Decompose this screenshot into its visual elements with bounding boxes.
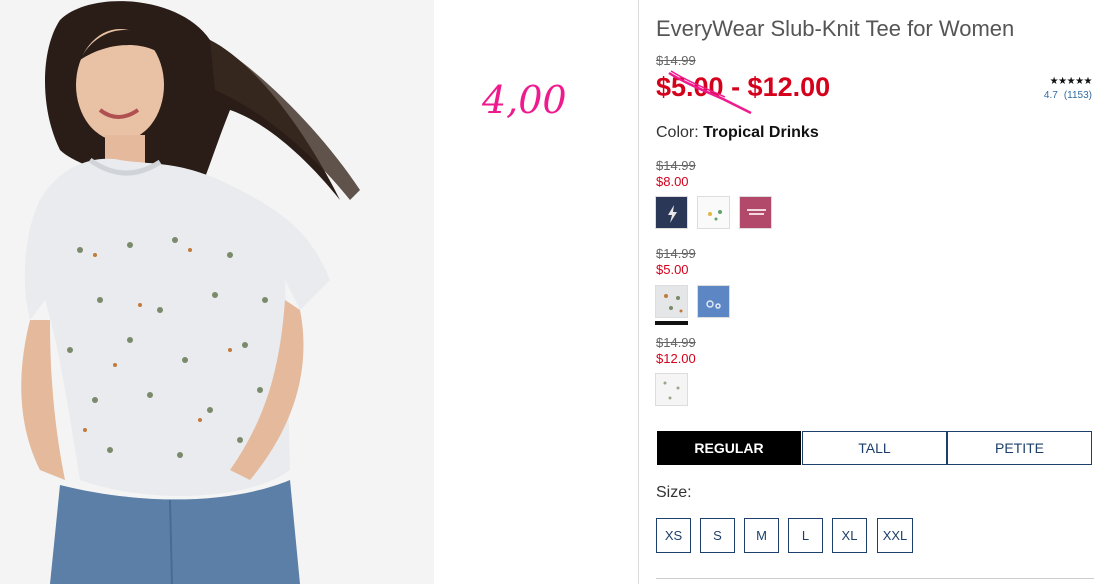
size-xl-button[interactable]: XL — [832, 518, 867, 553]
product-rating[interactable]: ★★★★★ 4.7 (1153) — [1038, 76, 1093, 101]
product-details-panel: EveryWear Slub-Knit Tee for Women $14.99… — [638, 0, 1112, 584]
color-value: Tropical Drinks — [703, 124, 819, 141]
group3-sale-price: $12.00 — [656, 351, 696, 366]
swatch-white-tropical-drinks[interactable] — [655, 285, 688, 318]
handwritten-strike-mark — [668, 70, 752, 115]
group1-original-price: $14.99 — [656, 158, 696, 173]
color-label: Color: — [656, 124, 704, 141]
model-photo-illustration — [0, 0, 434, 584]
group3-original-price: $14.99 — [656, 335, 696, 350]
size-m-button[interactable]: M — [744, 518, 779, 553]
group2-original-price: $14.99 — [656, 246, 696, 261]
rating-stars-icon: ★★★★★ — [1049, 76, 1093, 87]
fit-tall-button[interactable]: TALL — [802, 431, 947, 465]
rating-value: 4.7 — [1043, 90, 1058, 101]
rating-count[interactable]: (1153) — [1064, 90, 1092, 101]
rating-meta: 4.7 (1153) — [1038, 90, 1092, 101]
size-l-button[interactable]: L — [788, 518, 823, 553]
swatch-blue-pattern[interactable] — [697, 285, 730, 318]
product-image[interactable] — [0, 0, 434, 584]
color-selection-label: Color: Tropical Drinks — [656, 124, 819, 142]
divider — [656, 578, 1094, 579]
tropical-drink-icon — [656, 286, 687, 317]
pineapple-icon — [698, 197, 729, 228]
floral-icon — [656, 374, 687, 405]
handwritten-price-annotation: 4,00 — [482, 78, 567, 122]
size-s-button[interactable]: S — [700, 518, 735, 553]
pattern-icon — [698, 286, 729, 317]
size-xxl-button[interactable]: XXL — [877, 518, 913, 553]
original-price: $14.99 — [656, 53, 696, 68]
lightning-icon — [656, 197, 687, 228]
size-xs-button[interactable]: XS — [656, 518, 691, 553]
swatch-white-floral[interactable] — [655, 373, 688, 406]
fit-petite-button[interactable]: PETITE — [947, 431, 1092, 465]
selected-swatch-indicator — [655, 321, 688, 325]
group1-sale-price: $8.00 — [656, 174, 689, 189]
fit-regular-button[interactable]: REGULAR — [657, 431, 801, 465]
group2-sale-price: $5.00 — [656, 262, 689, 277]
swatch-navy-lightning[interactable] — [655, 196, 688, 229]
size-label: Size: — [656, 484, 692, 501]
swatch-berry-text[interactable] — [739, 196, 772, 229]
text-print-icon — [740, 197, 771, 228]
swatch-white-pineapple[interactable] — [697, 196, 730, 229]
product-title: EveryWear Slub-Knit Tee for Women — [656, 16, 1015, 41]
